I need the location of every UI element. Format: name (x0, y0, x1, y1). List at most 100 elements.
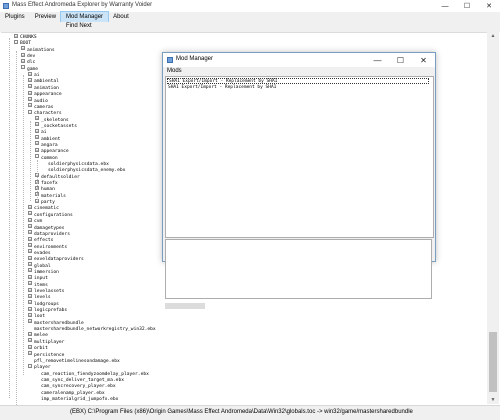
expand-icon[interactable]: + (28, 97, 32, 101)
tree-node-label[interactable]: exveldataproviders (34, 257, 84, 262)
tree-node-label[interactable]: pfl_removetimelinesondamage.ebx (34, 359, 120, 364)
expand-icon[interactable]: + (28, 255, 32, 260)
tree-node-label[interactable]: appearance (41, 149, 69, 154)
tree-node-label[interactable]: persistence (34, 353, 64, 358)
expand-icon[interactable]: + (28, 230, 32, 235)
expand-icon[interactable]: + (35, 122, 39, 127)
expand-icon[interactable]: + (28, 344, 32, 349)
tree-node-label[interactable]: lodgroups (34, 302, 59, 307)
tree-node-label[interactable]: levels (34, 295, 51, 300)
tree-node-label[interactable]: damagetypes (34, 226, 64, 231)
tree-node-label[interactable]: logicprefabs (34, 308, 67, 313)
menu-preview[interactable]: Preview (30, 12, 61, 22)
expand-icon[interactable]: + (28, 243, 32, 248)
mod-list-item[interactable]: SHA1 Export/Import - Replacement by SHA1 (167, 78, 429, 84)
menu-mod-manager[interactable]: Mod Manager (60, 11, 110, 23)
expand-icon[interactable]: + (35, 135, 39, 140)
tree-node-label[interactable]: soldierphysicsdata.ebx (48, 162, 109, 167)
tree-node-label[interactable]: cam_syncrecovery_player.ebx (41, 384, 116, 389)
tree-node-label[interactable]: environments (34, 245, 67, 250)
vertical-scrollbar[interactable]: ▲ ▼ (487, 32, 499, 404)
tree-node-label[interactable]: _skeletons (41, 118, 69, 123)
expand-icon[interactable]: + (35, 116, 39, 121)
expand-icon[interactable]: + (28, 306, 32, 311)
expand-icon[interactable]: + (21, 46, 25, 51)
tree-node-label[interactable]: mastersharedbundle (34, 321, 84, 326)
tree-node-label[interactable]: immersion (34, 270, 59, 275)
tree-node-label[interactable]: soldierphysicsdata_enemy.ebx (48, 168, 125, 173)
tree-node-label[interactable]: cameralenamp_player.ebx (41, 391, 105, 396)
find-next-button[interactable]: Find Next (66, 23, 92, 29)
tree-node-label[interactable]: items (34, 283, 48, 288)
tree-node-label[interactable]: ambient (41, 137, 60, 142)
maximize-icon[interactable]: ☐ (389, 53, 412, 67)
expand-icon[interactable]: + (35, 141, 39, 146)
expand-icon[interactable]: + (28, 90, 32, 95)
tree-node-label[interactable]: input (34, 276, 48, 281)
expand-icon[interactable]: + (28, 338, 32, 343)
scroll-down-icon[interactable]: ▼ (487, 396, 499, 404)
minimize-icon[interactable]: — (366, 53, 389, 67)
expand-icon[interactable]: + (14, 33, 18, 38)
tree-node-label[interactable]: melee (34, 333, 48, 338)
tree-node[interactable]: imp_materialgrid_jumpofx.ebx (35, 396, 118, 403)
scroll-up-icon[interactable]: ▲ (487, 32, 499, 40)
expand-icon[interactable]: + (28, 236, 32, 241)
tree-node-label[interactable]: facefx (41, 181, 58, 186)
expand-icon[interactable]: + (28, 293, 32, 298)
tree-node-label[interactable]: cameras (34, 105, 53, 110)
tree-node-label[interactable]: materials (41, 194, 66, 199)
tree-node-label[interactable]: common (41, 156, 58, 161)
expand-icon[interactable]: + (28, 71, 32, 76)
tree-node-label[interactable]: global (34, 264, 51, 269)
expand-icon[interactable]: + (28, 77, 32, 82)
tree-node-label[interactable]: cvm (34, 219, 42, 224)
tree-node-label[interactable]: _socketassets (41, 124, 77, 129)
tree-node-label[interactable]: audio (34, 99, 48, 104)
tree-node-label[interactable]: player (34, 365, 51, 370)
collapse-icon[interactable]: - (28, 363, 32, 368)
expand-icon[interactable]: + (28, 281, 32, 286)
tree-node-label[interactable]: animations (27, 48, 55, 53)
collapse-icon[interactable]: - (21, 65, 25, 70)
tree-node-label[interactable]: cinematic (34, 206, 59, 211)
tree-node-label[interactable]: orbit (34, 346, 48, 351)
expand-icon[interactable]: + (28, 268, 32, 273)
mod-details-textbox[interactable] (165, 239, 432, 299)
collapse-icon[interactable]: - (35, 154, 39, 159)
tree-node-label[interactable]: human (41, 187, 55, 192)
tree-node-label[interactable]: dev (27, 54, 35, 59)
tree-node-label[interactable]: dataproviders (34, 232, 70, 237)
mod-list[interactable]: SHA1 Export/Import - Replacement by SHA1… (165, 76, 434, 238)
expand-icon[interactable]: + (28, 274, 32, 279)
mod-list-item[interactable]: SHA1 Export/Import - Replacement by SHA1 (167, 85, 276, 91)
expand-icon[interactable]: + (28, 103, 32, 108)
expand-icon[interactable]: + (28, 331, 32, 336)
maximize-icon[interactable]: ☐ (456, 0, 478, 12)
tree-node-label[interactable]: mastersharedbundle_networkregistry_win32… (34, 327, 156, 332)
expand-icon[interactable]: + (28, 204, 32, 209)
tree-node-label[interactable]: ai (34, 73, 40, 78)
expand-icon[interactable]: + (28, 287, 32, 292)
expand-icon[interactable]: + (28, 351, 32, 355)
close-icon[interactable]: ✕ (478, 0, 500, 12)
horizontal-scrollbar-thumb[interactable] (165, 303, 205, 309)
expand-icon[interactable]: + (28, 84, 32, 89)
tree-node-label[interactable]: evades (34, 251, 51, 256)
minimize-icon[interactable]: — (434, 0, 456, 12)
expand-icon[interactable]: + (21, 58, 25, 63)
menu-about[interactable]: About (108, 12, 134, 22)
tree-node-label[interactable]: ai (41, 130, 47, 135)
tree-node-label[interactable]: dlc (27, 60, 35, 65)
tree-node-label[interactable]: CHUNKS (20, 35, 37, 40)
menu-plugins[interactable]: Plugins (0, 12, 30, 22)
tree-node-label[interactable]: ambiental (34, 79, 59, 84)
tree-node-label[interactable]: loot (34, 314, 45, 319)
tree-node-label[interactable]: party (41, 200, 55, 205)
tree-node-label[interactable]: levelassets (34, 289, 64, 294)
expand-icon[interactable]: + (35, 128, 39, 133)
tree-node-label[interactable]: animation (34, 86, 59, 91)
expand-icon[interactable]: + (28, 249, 32, 254)
scrollbar-thumb[interactable] (489, 332, 497, 392)
expand-icon[interactable]: + (28, 319, 32, 324)
